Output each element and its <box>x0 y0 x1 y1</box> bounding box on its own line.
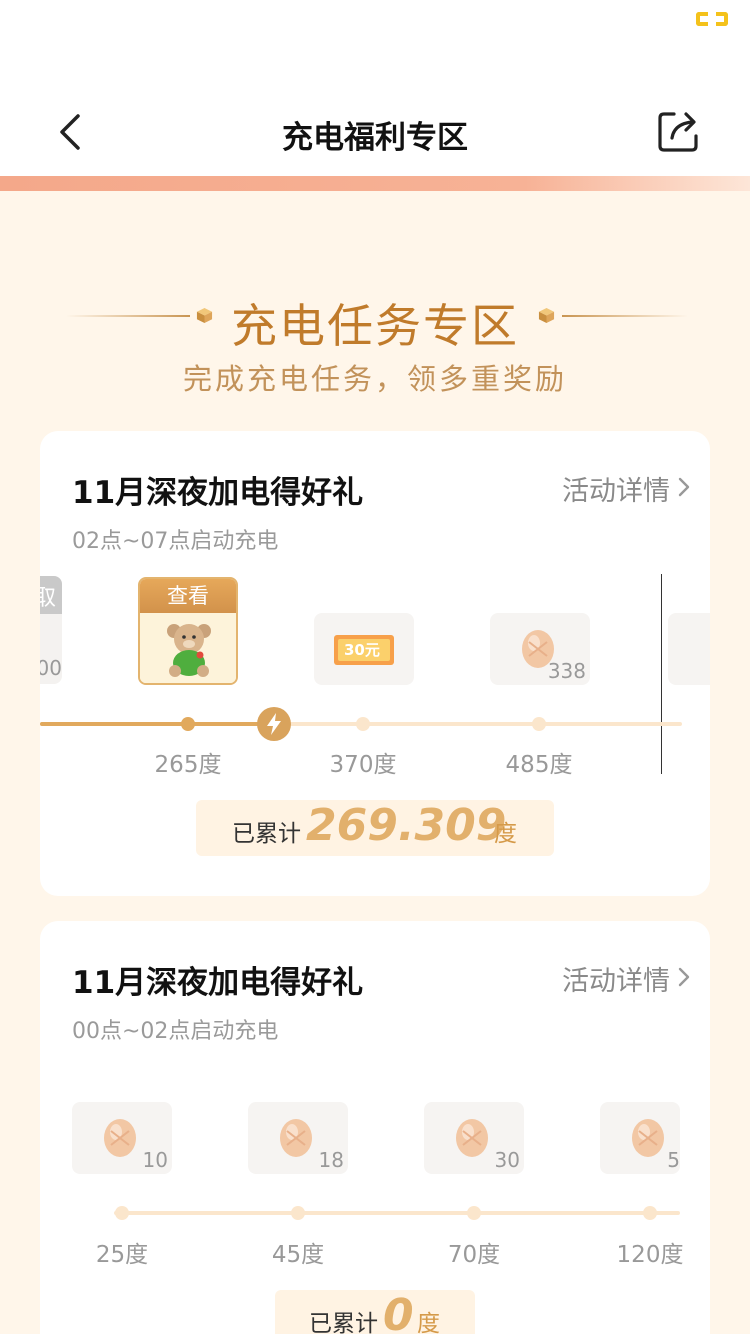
egg-icon <box>456 1119 488 1157</box>
total-label: 已累计 <box>232 821 301 847</box>
teddy-bear-icon <box>167 624 211 677</box>
milestone-label: 25度 <box>95 1242 149 1268</box>
share-icon[interactable] <box>656 108 702 154</box>
reward-item[interactable]: 5 <box>600 1102 680 1174</box>
fullscreen-indicator-icon <box>696 12 728 26</box>
accumulated-total: 已累计 269.309 度 <box>196 800 554 856</box>
milestone-node <box>356 717 370 731</box>
reward-item[interactable]: 338 <box>490 613 590 685</box>
milestone-node <box>467 1206 481 1220</box>
egg-icon <box>280 1119 312 1157</box>
milestone-node <box>115 1206 129 1220</box>
lightning-progress-icon <box>257 707 291 741</box>
milestone-node <box>643 1206 657 1220</box>
activity-detail-link[interactable]: 活动详情 <box>562 959 670 998</box>
section-title: 充电任务专区 <box>231 299 519 353</box>
egg-icon <box>632 1119 664 1157</box>
total-value: 0 <box>383 1290 414 1334</box>
reward-item-featured[interactable]: 查看 <box>138 577 238 685</box>
egg-icon <box>104 1119 136 1157</box>
reward-tag: 取 <box>40 576 62 614</box>
coupon-label: 30元 <box>344 641 380 659</box>
charge-time-range: 02点~07点启动充电 <box>72 529 279 554</box>
view-tag: 查看 <box>140 579 236 613</box>
task-card: 11月深夜加电得好礼 活动详情 02点~07点启动充电 取 00 查看 30元 … <box>40 431 710 896</box>
reward-item[interactable]: 30元 <box>314 613 414 685</box>
milestone-label: 120度 <box>616 1242 684 1268</box>
reward-count: 18 <box>318 1148 344 1172</box>
cube-ornament-icon <box>538 307 555 324</box>
scroll-edge-line <box>661 574 662 774</box>
milestone-node <box>291 1206 305 1220</box>
reward-item[interactable]: 30 <box>424 1102 524 1174</box>
milestone-label: 45度 <box>271 1242 325 1268</box>
milestone-label: 485度 <box>505 752 573 778</box>
reward-item[interactable]: 10 <box>72 1102 172 1174</box>
reward-count: 00 <box>40 656 62 680</box>
nav-header: 充电福利专区 <box>0 96 750 176</box>
progress-fill <box>40 722 274 726</box>
reward-count: 338 <box>547 659 586 683</box>
reward-count: 10 <box>142 1148 168 1172</box>
reward-count: 5 <box>667 1148 680 1172</box>
header-accent-bar <box>0 176 750 191</box>
chevron-right-icon[interactable] <box>674 477 694 497</box>
task-title: 11月深夜加电得好礼 <box>72 965 364 1001</box>
total-unit: 度 <box>494 821 517 847</box>
task-card: 11月深夜加电得好礼 活动详情 00点~02点启动充电 10 18 30 5 2… <box>40 921 710 1334</box>
total-unit: 度 <box>417 1311 440 1334</box>
accumulated-total: 已累计 0 度 <box>275 1290 475 1334</box>
charge-time-range: 00点~02点启动充电 <box>72 1019 279 1044</box>
heading-divider-right <box>562 315 688 317</box>
total-label: 已累计 <box>309 1311 378 1334</box>
page-title: 充电福利专区 <box>282 120 468 156</box>
reward-item-partial[interactable]: 取 00 <box>40 576 62 684</box>
milestone-node <box>181 717 195 731</box>
progress-track <box>114 1211 680 1215</box>
activity-detail-link[interactable]: 活动详情 <box>562 469 670 508</box>
reward-item-partial[interactable] <box>668 613 710 685</box>
status-bar <box>0 0 750 96</box>
section-subtitle: 完成充电任务，领多重奖励 <box>182 362 567 396</box>
milestone-label: 265度 <box>154 752 222 778</box>
reward-item[interactable]: 18 <box>248 1102 348 1174</box>
milestone-node <box>532 717 546 731</box>
chevron-right-icon[interactable] <box>674 967 694 987</box>
total-value: 269.309 <box>306 800 507 851</box>
task-title: 11月深夜加电得好礼 <box>72 475 364 511</box>
reward-count: 30 <box>494 1148 520 1172</box>
milestone-label: 370度 <box>329 752 397 778</box>
milestone-label: 70度 <box>447 1242 501 1268</box>
